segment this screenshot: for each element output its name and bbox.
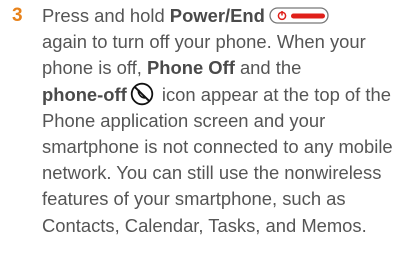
instruction-step: 3 Press and hold Power/End again to turn … — [0, 0, 412, 267]
power-end-label: Power/End — [169, 5, 265, 26]
step-number: 3 — [12, 5, 23, 26]
power-end-key-icon — [269, 6, 330, 24]
phone-off-label: Phone Off — [146, 57, 235, 79]
text-and-the: and the — [234, 57, 302, 79]
step-text: Press and hold Power/End again to turn of… — [42, 3, 408, 239]
phone-off-icon — [130, 82, 154, 106]
text-press-and-hold: Press and hold — [42, 5, 170, 26]
text-rest: icon appear at the top of the Phone appl… — [42, 83, 393, 236]
phone-off-icon-label: phone-off — [42, 83, 127, 105]
